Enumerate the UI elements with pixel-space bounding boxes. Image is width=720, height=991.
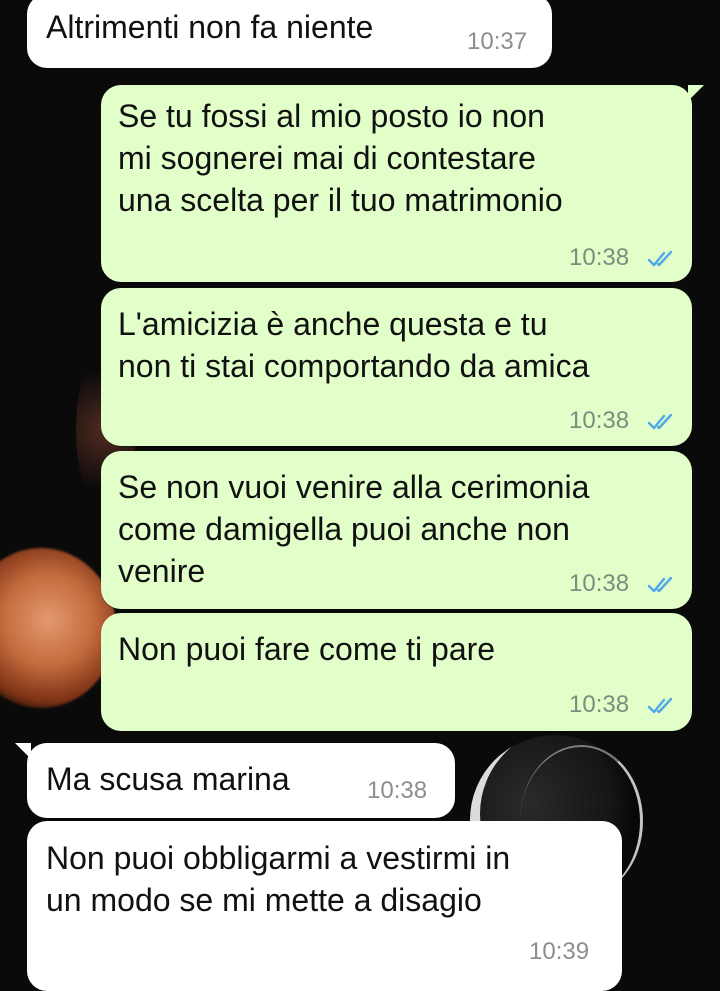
double-check-icon — [647, 696, 677, 716]
message-text: Se tu fossi al mio posto io non mi sogne… — [118, 98, 563, 218]
double-check-icon — [647, 412, 677, 432]
message-bubble-incoming[interactable]: Altrimenti non fa niente 10:37 — [27, 0, 552, 68]
message-time: 10:39 — [529, 938, 590, 965]
message-bubble-outgoing[interactable]: Non puoi fare come ti pare 10:38 — [101, 613, 692, 731]
double-check-icon — [647, 575, 677, 595]
message-time: 10:38 — [367, 777, 428, 804]
message-text: Non puoi obbligarmi a vestirmi in un mod… — [46, 840, 511, 918]
message-text: Non puoi fare come ti pare — [118, 631, 496, 667]
message-text: L'amicizia è anche questa e tu non ti st… — [118, 306, 590, 384]
bubble-tail — [15, 743, 31, 759]
message-bubble-incoming[interactable]: Ma scusa marina 10:38 — [15, 743, 455, 818]
message-bubble-outgoing[interactable]: Se non vuoi venire alla cerimonia come d… — [101, 451, 692, 609]
message-text: Ma scusa marina — [46, 761, 290, 797]
message-bubble-outgoing[interactable]: Se tu fossi al mio posto io non mi sogne… — [101, 85, 704, 282]
message-time: 10:37 — [467, 28, 528, 55]
double-check-icon — [647, 249, 677, 269]
message-time: 10:38 — [569, 570, 630, 597]
message-time: 10:38 — [569, 407, 630, 434]
message-bubble-outgoing[interactable]: L'amicizia è anche questa e tu non ti st… — [101, 288, 692, 446]
message-text: Se non vuoi venire alla cerimonia come d… — [118, 469, 590, 589]
message-text: Altrimenti non fa niente — [46, 9, 374, 45]
message-bubble-incoming[interactable]: Non puoi obbligarmi a vestirmi in un mod… — [27, 821, 622, 991]
message-time: 10:38 — [569, 691, 630, 718]
bubble-tail — [688, 85, 704, 101]
message-time: 10:38 — [569, 244, 630, 271]
wallpaper-red-planet — [0, 548, 116, 708]
